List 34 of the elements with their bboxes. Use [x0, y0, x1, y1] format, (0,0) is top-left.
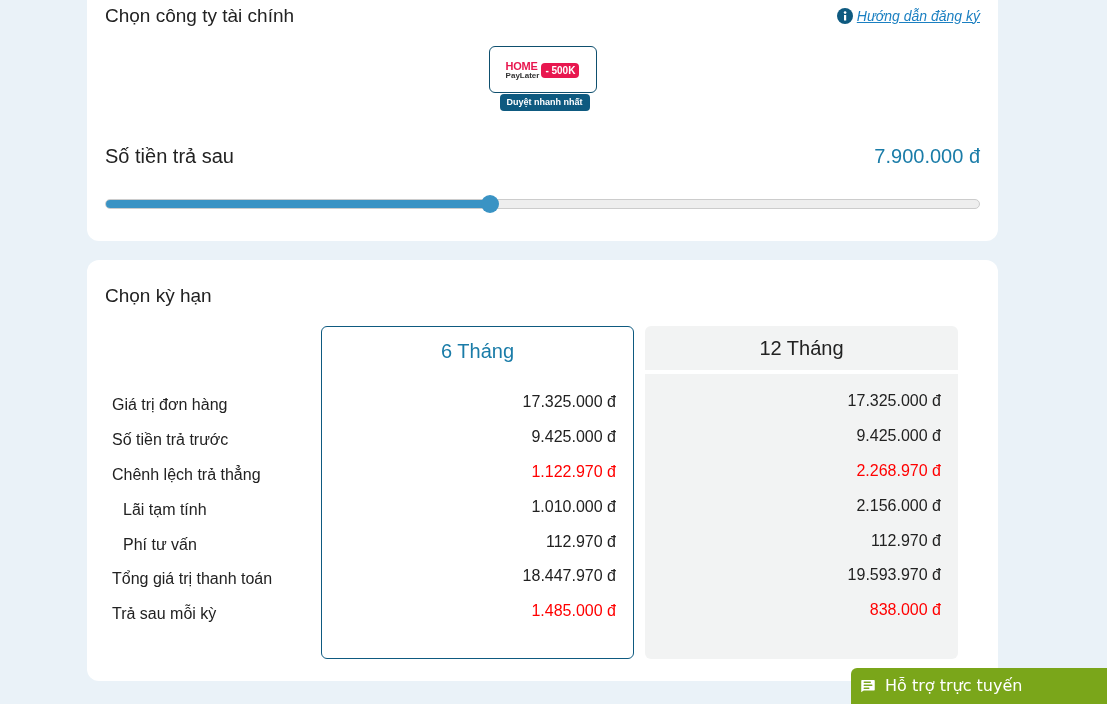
plan-value: 112.970 đ: [546, 531, 616, 552]
plan-column[interactable]: 12 Tháng 17.325.000 đ 9.425.000 đ 2.268.970 đ 2.156.000 đ 112.970 đ 19.593.970 đ 838.000 đ: [645, 326, 958, 659]
plan-value: 9.425.000 đ: [531, 427, 616, 448]
row-label: Lãi tạm tính: [122, 499, 207, 520]
row-label: Giá trị đơn hàng: [112, 395, 228, 416]
plan-value: 18.447.970 đ: [522, 566, 616, 587]
plan-value: 2.268.970 đ: [856, 461, 941, 481]
info-icon: [836, 8, 853, 25]
plan-value: 2.156.000 đ: [856, 495, 941, 516]
row-label: Số tiền trả trước: [112, 430, 229, 451]
section-title: Chọn kỳ hạn: [105, 283, 213, 308]
plan-title: 12 Tháng: [759, 336, 844, 361]
chat-icon: [859, 677, 877, 695]
row-label: Tổng giá trị thanh toán: [112, 569, 273, 590]
plan-title: 6 Tháng: [441, 339, 514, 364]
plan-value: 112.970 đ: [871, 530, 941, 551]
section-title: Chọn công ty tài chính: [105, 4, 295, 28]
amount-slider[interactable]: [105, 194, 980, 213]
row-label: Phí tư vấn: [122, 534, 197, 555]
amount-label: Số tiền trả sau: [105, 143, 234, 169]
plan-value: 1.122.970 đ: [531, 462, 616, 482]
plan-column[interactable]: 6 Tháng 17.325.000 đ 9.425.000 đ 1.122.970 đ 1.010.000 đ 112.970 đ 18.447.970 đ 1.485.000 đ: [321, 326, 634, 659]
plan-value: 1.010.000 đ: [531, 496, 616, 517]
plan-value: 1.485.000 đ: [531, 601, 616, 622]
plan-value: 838.000 đ: [869, 600, 941, 621]
plan-value: 19.593.970 đ: [847, 565, 941, 586]
row-label: Trả sau mỗi kỳ: [112, 603, 217, 625]
row-label: Chênh lệch trả thẳng: [112, 464, 261, 485]
plan-value: 17.325.000 đ: [522, 392, 616, 413]
plan-value: 17.325.000 đ: [847, 391, 941, 412]
lender-badge: Duyệt nhanh nhất: [499, 93, 590, 111]
plan-value: 9.425.000 đ: [856, 426, 941, 447]
amount-value: 7.900.000 đ: [874, 143, 980, 169]
help-link[interactable]: Hướng dẫn đăng ký: [836, 5, 980, 27]
